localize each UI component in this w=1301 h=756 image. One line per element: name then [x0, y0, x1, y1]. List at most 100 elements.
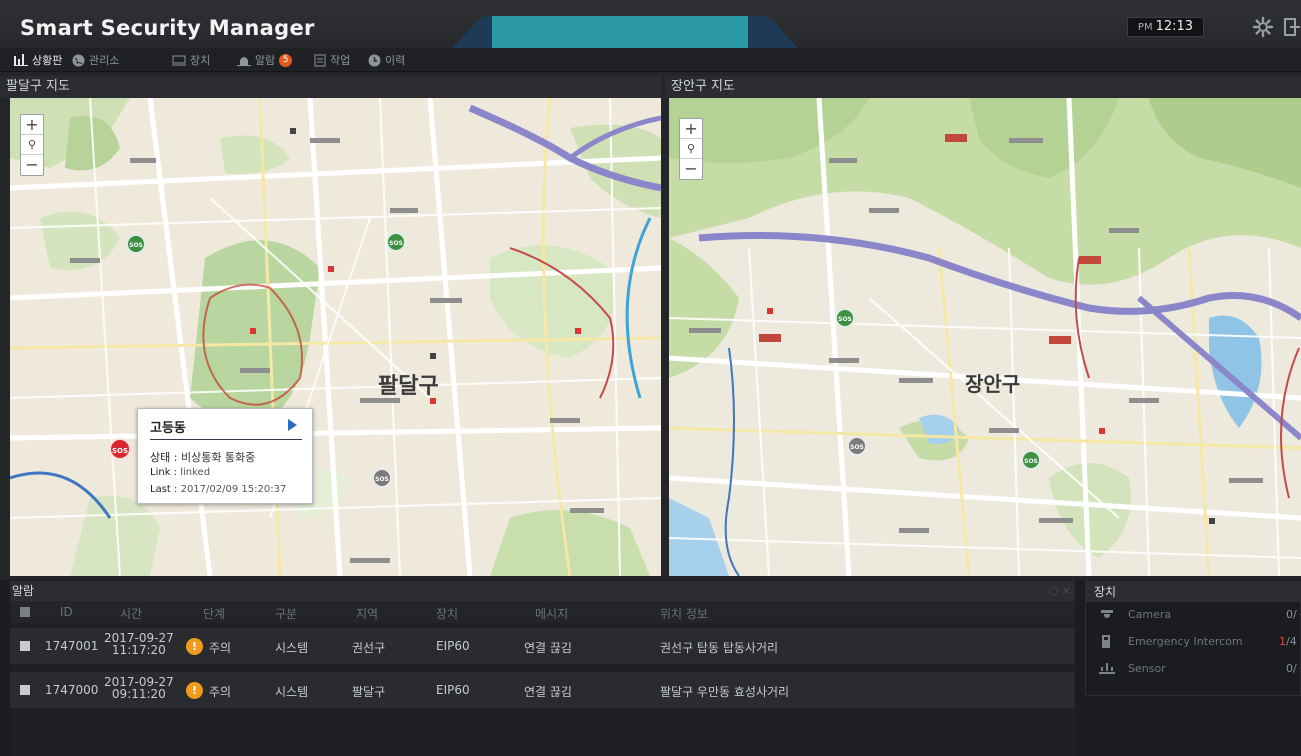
device-count: 1/4 — [1279, 635, 1297, 648]
row-message: 연결 끊김 — [524, 641, 572, 655]
app-title: Smart Security Manager — [20, 16, 315, 40]
left-map[interactable]: + ⚲ − 팔달구 SOS SOS SOS SOS — [10, 98, 661, 576]
device-row-sensor[interactable]: Sensor 0/ — [1086, 658, 1301, 680]
right-zoom-out-button[interactable]: − — [680, 159, 702, 179]
device-row-intercom[interactable]: Emergency Intercom 1/4 — [1086, 631, 1301, 653]
clock-icon — [368, 54, 381, 66]
main-nav: 상황판 관리소 장치 알람 5 작업 이력 — [0, 48, 1301, 72]
alarm-panel: 알람 ○ × ID 시간 단계 구분 지역 장치 메시지 위치 정보 17470… — [10, 581, 1075, 756]
device-count: 0/ — [1286, 662, 1297, 675]
sos-marker-green[interactable]: SOS — [386, 232, 406, 252]
row-region: 팔달구 — [352, 685, 386, 699]
center-tab-decoration — [450, 16, 800, 50]
title-bar: Smart Security Manager PM 12:13 — [0, 0, 1301, 50]
nav-office-label: 관리소 — [89, 54, 120, 67]
sos-marker-gray[interactable]: SOS — [372, 468, 392, 488]
nav-dashboard-label: 상황판 — [32, 54, 63, 67]
right-map-terrain — [669, 98, 1301, 576]
row-message: 연결 끊김 — [524, 685, 572, 699]
col-device[interactable]: 장치 — [436, 605, 458, 622]
document-icon — [314, 54, 326, 66]
row-time: 2017-09-27 09:11:20 — [104, 675, 174, 701]
alarm-panel-title: 알람 — [10, 581, 1075, 601]
row-category: 시스템 — [275, 685, 309, 699]
table-row[interactable]: 1747001 2017-09-27 11:17:20 ! 주의 시스템 권선구 … — [10, 628, 1075, 664]
row-checkbox[interactable] — [20, 685, 30, 695]
row-id: 1747001 — [45, 639, 99, 653]
popup-status-row: 상태 : 비상통화 통화중 — [150, 451, 256, 464]
device-name: Sensor — [1128, 662, 1166, 675]
settings-gear-icon[interactable] — [1252, 16, 1274, 38]
camera-icon — [1101, 610, 1113, 618]
nav-tasks[interactable]: 작업 — [314, 52, 350, 68]
device-name: Emergency Intercom — [1128, 635, 1243, 648]
sos-marker-green[interactable]: SOS — [1021, 450, 1041, 470]
nav-alarms-label: 알람 — [255, 54, 276, 67]
nav-history-label: 이력 — [385, 54, 406, 67]
sos-marker-gray[interactable]: SOS — [847, 436, 867, 456]
sos-marker-green[interactable]: SOS — [835, 308, 855, 328]
alarm-count-badge: 5 — [279, 53, 293, 67]
sensor-icon — [1099, 663, 1115, 674]
right-map-title: 장안구 지도 — [665, 76, 1301, 98]
col-location[interactable]: 위치 정보 — [660, 605, 708, 622]
row-time: 2017-09-27 11:17:20 — [104, 631, 174, 657]
col-category[interactable]: 구분 — [275, 605, 297, 622]
row-checkbox[interactable] — [20, 641, 30, 651]
row-location: 권선구 탑동 탑동사거리 — [660, 641, 779, 655]
intercom-icon — [1102, 635, 1110, 648]
row-region: 권선구 — [352, 641, 386, 655]
nav-devices-label: 장치 — [190, 54, 211, 67]
logout-icon[interactable] — [1282, 16, 1301, 38]
popup-divider — [150, 439, 302, 440]
left-zoom-in-button[interactable]: + — [21, 115, 43, 135]
left-map-zoom-control: + ⚲ − — [20, 114, 44, 176]
col-message[interactable]: 메시지 — [535, 605, 568, 622]
nav-devices[interactable]: 장치 — [172, 52, 210, 68]
right-map[interactable]: + ⚲ − 장안구 SOS SOS SOS — [669, 98, 1301, 576]
col-level[interactable]: 단계 — [203, 605, 225, 622]
device-panel: 장치 Camera 0/ Emergency Intercom 1/4 Sens… — [1085, 581, 1301, 696]
right-zoom-in-button[interactable]: + — [680, 119, 702, 139]
col-id[interactable]: ID — [60, 605, 73, 619]
row-device: EIP60 — [436, 639, 470, 653]
nav-history[interactable]: 이력 — [368, 52, 405, 68]
left-map-terrain — [10, 98, 661, 576]
table-row[interactable]: 1747000 2017-09-27 09:11:20 ! 주의 시스템 팔달구 … — [10, 672, 1075, 708]
globe-icon — [72, 54, 85, 66]
nav-office[interactable]: 관리소 — [72, 52, 119, 68]
device-panel-title: 장치 — [1086, 582, 1301, 602]
sos-marker-green[interactable]: SOS — [126, 234, 146, 254]
row-location: 팔달구 우만동 효성사거리 — [660, 685, 790, 699]
popup-link-row: Link : linked — [150, 467, 211, 478]
col-region[interactable]: 지역 — [356, 605, 378, 622]
row-id: 1747000 — [45, 683, 99, 697]
left-zoom-out-button[interactable]: − — [21, 155, 43, 175]
popup-play-arrow-icon[interactable] — [288, 419, 297, 431]
nav-tasks-label: 작업 — [330, 54, 351, 67]
sos-marker-active[interactable]: SOS — [109, 438, 131, 460]
right-locate-button[interactable]: ⚲ — [680, 139, 702, 159]
left-locate-button[interactable]: ⚲ — [21, 135, 43, 155]
location-popup: 고등동 상태 : 비상통화 통화중 Link : linked Last : 2… — [137, 408, 313, 504]
popup-last-row: Last : 2017/02/09 15:20:37 — [150, 484, 287, 495]
device-icon — [172, 55, 186, 66]
warning-icon: ! — [186, 682, 203, 699]
row-level: 주의 — [209, 641, 232, 655]
alarm-panel-controls-icon[interactable]: ○ × — [1049, 584, 1071, 597]
device-count: 0/ — [1286, 608, 1297, 621]
right-district-label: 장안구 — [965, 372, 1021, 396]
warning-icon: ! — [186, 638, 203, 655]
clock-display: PM 12:13 — [1127, 17, 1204, 37]
device-row-camera[interactable]: Camera 0/ — [1086, 604, 1301, 626]
popup-title: 고등동 — [150, 421, 186, 436]
nav-dashboard[interactable]: 상황판 — [14, 52, 62, 68]
select-all-checkbox[interactable] — [20, 607, 30, 617]
nav-alarms[interactable]: 알람 5 — [237, 52, 293, 68]
device-name: Camera — [1128, 608, 1172, 621]
col-time[interactable]: 시간 — [120, 605, 142, 622]
alarm-table-header: ID 시간 단계 구분 지역 장치 메시지 위치 정보 — [10, 601, 1075, 623]
left-district-label: 팔달구 — [378, 374, 439, 399]
row-level: 주의 — [209, 685, 232, 699]
left-map-title: 팔달구 지도 — [0, 76, 662, 98]
